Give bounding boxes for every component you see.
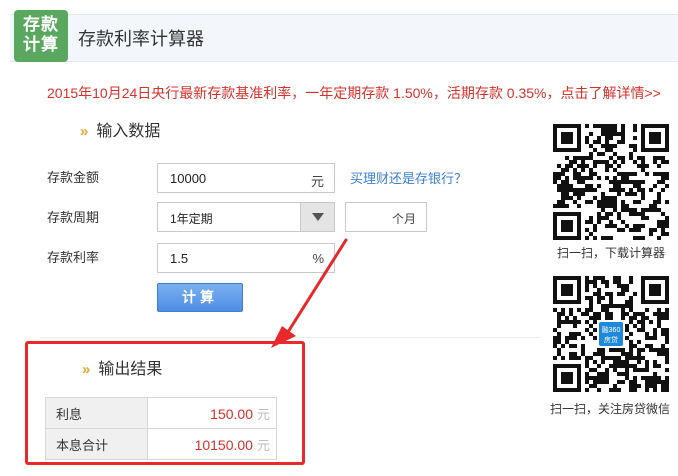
qr-code-wechat-icon: 融360 房贷 [553,276,669,392]
interest-value: 150.00 [210,405,253,422]
months-input[interactable]: 个月 [345,202,427,232]
triangle-down-icon [312,213,324,221]
period-select[interactable]: 1年定期 [157,202,335,232]
period-value: 1年定期 [170,212,213,226]
logo-line-2: 计算 [23,35,59,54]
qr-badge-line-1: 融360 [602,325,621,334]
amount-input[interactable]: 10000 元 [157,163,335,193]
app-title: 存款利率计算器 [78,29,204,49]
qr-wechat-caption: 扫一扫，关注房贷微信 [550,402,671,416]
logo-line-1: 存款 [23,15,59,34]
interest-label: 利息 [45,397,148,429]
rate-value: 1.5 [170,251,189,266]
total-value: 10150.00 [194,436,253,453]
amount-label: 存款金额 [47,170,100,185]
input-section-title: » 输入数据 [80,122,160,142]
input-section-title-text: 输入数据 [96,123,161,140]
section-divider [40,337,540,338]
months-unit: 个月 [391,212,416,226]
total-label: 本息合计 [45,428,148,460]
rate-unit: % [312,251,324,266]
double-chevron-right-icon: » [82,361,91,378]
calculate-button[interactable]: 计算 [157,283,243,312]
output-section-title: » 输出结果 [82,360,162,380]
rate-label: 存款利率 [47,250,100,265]
amount-unit: 元 [310,174,324,189]
double-chevron-right-icon: » [80,123,89,140]
qr-code-download-icon [553,124,669,240]
dropdown-button[interactable] [300,203,334,231]
total-cell: 10150.00 元 [147,428,277,460]
interest-cell: 150.00 元 [147,397,277,429]
output-section-title-text: 输出结果 [98,361,163,378]
rate-input[interactable]: 1.5 % [157,243,335,273]
page-header: 存款 计算 存款利率计算器 [0,0,678,76]
result-table: 利息 150.00 元 本息合计 10150.00 元 [45,397,277,460]
rate-notice-link[interactable]: 2015年10月24日央行最新存款基准利率，一年定期存款 1.50%，活期存款 … [47,84,661,102]
app-logo: 存款 计算 [14,10,68,62]
interest-unit: 元 [256,406,270,422]
amount-value: 10000 [170,171,207,186]
total-unit: 元 [256,437,270,453]
table-row: 利息 150.00 元 [45,397,277,429]
period-label: 存款周期 [47,210,100,225]
qr-download-caption: 扫一扫，下载计算器 [557,246,666,260]
qr-badge-line-2: 房贷 [604,335,618,344]
finance-vs-bank-link[interactable]: 买理财还是存银行？ [350,171,467,187]
table-row: 本息合计 10150.00 元 [45,428,277,460]
